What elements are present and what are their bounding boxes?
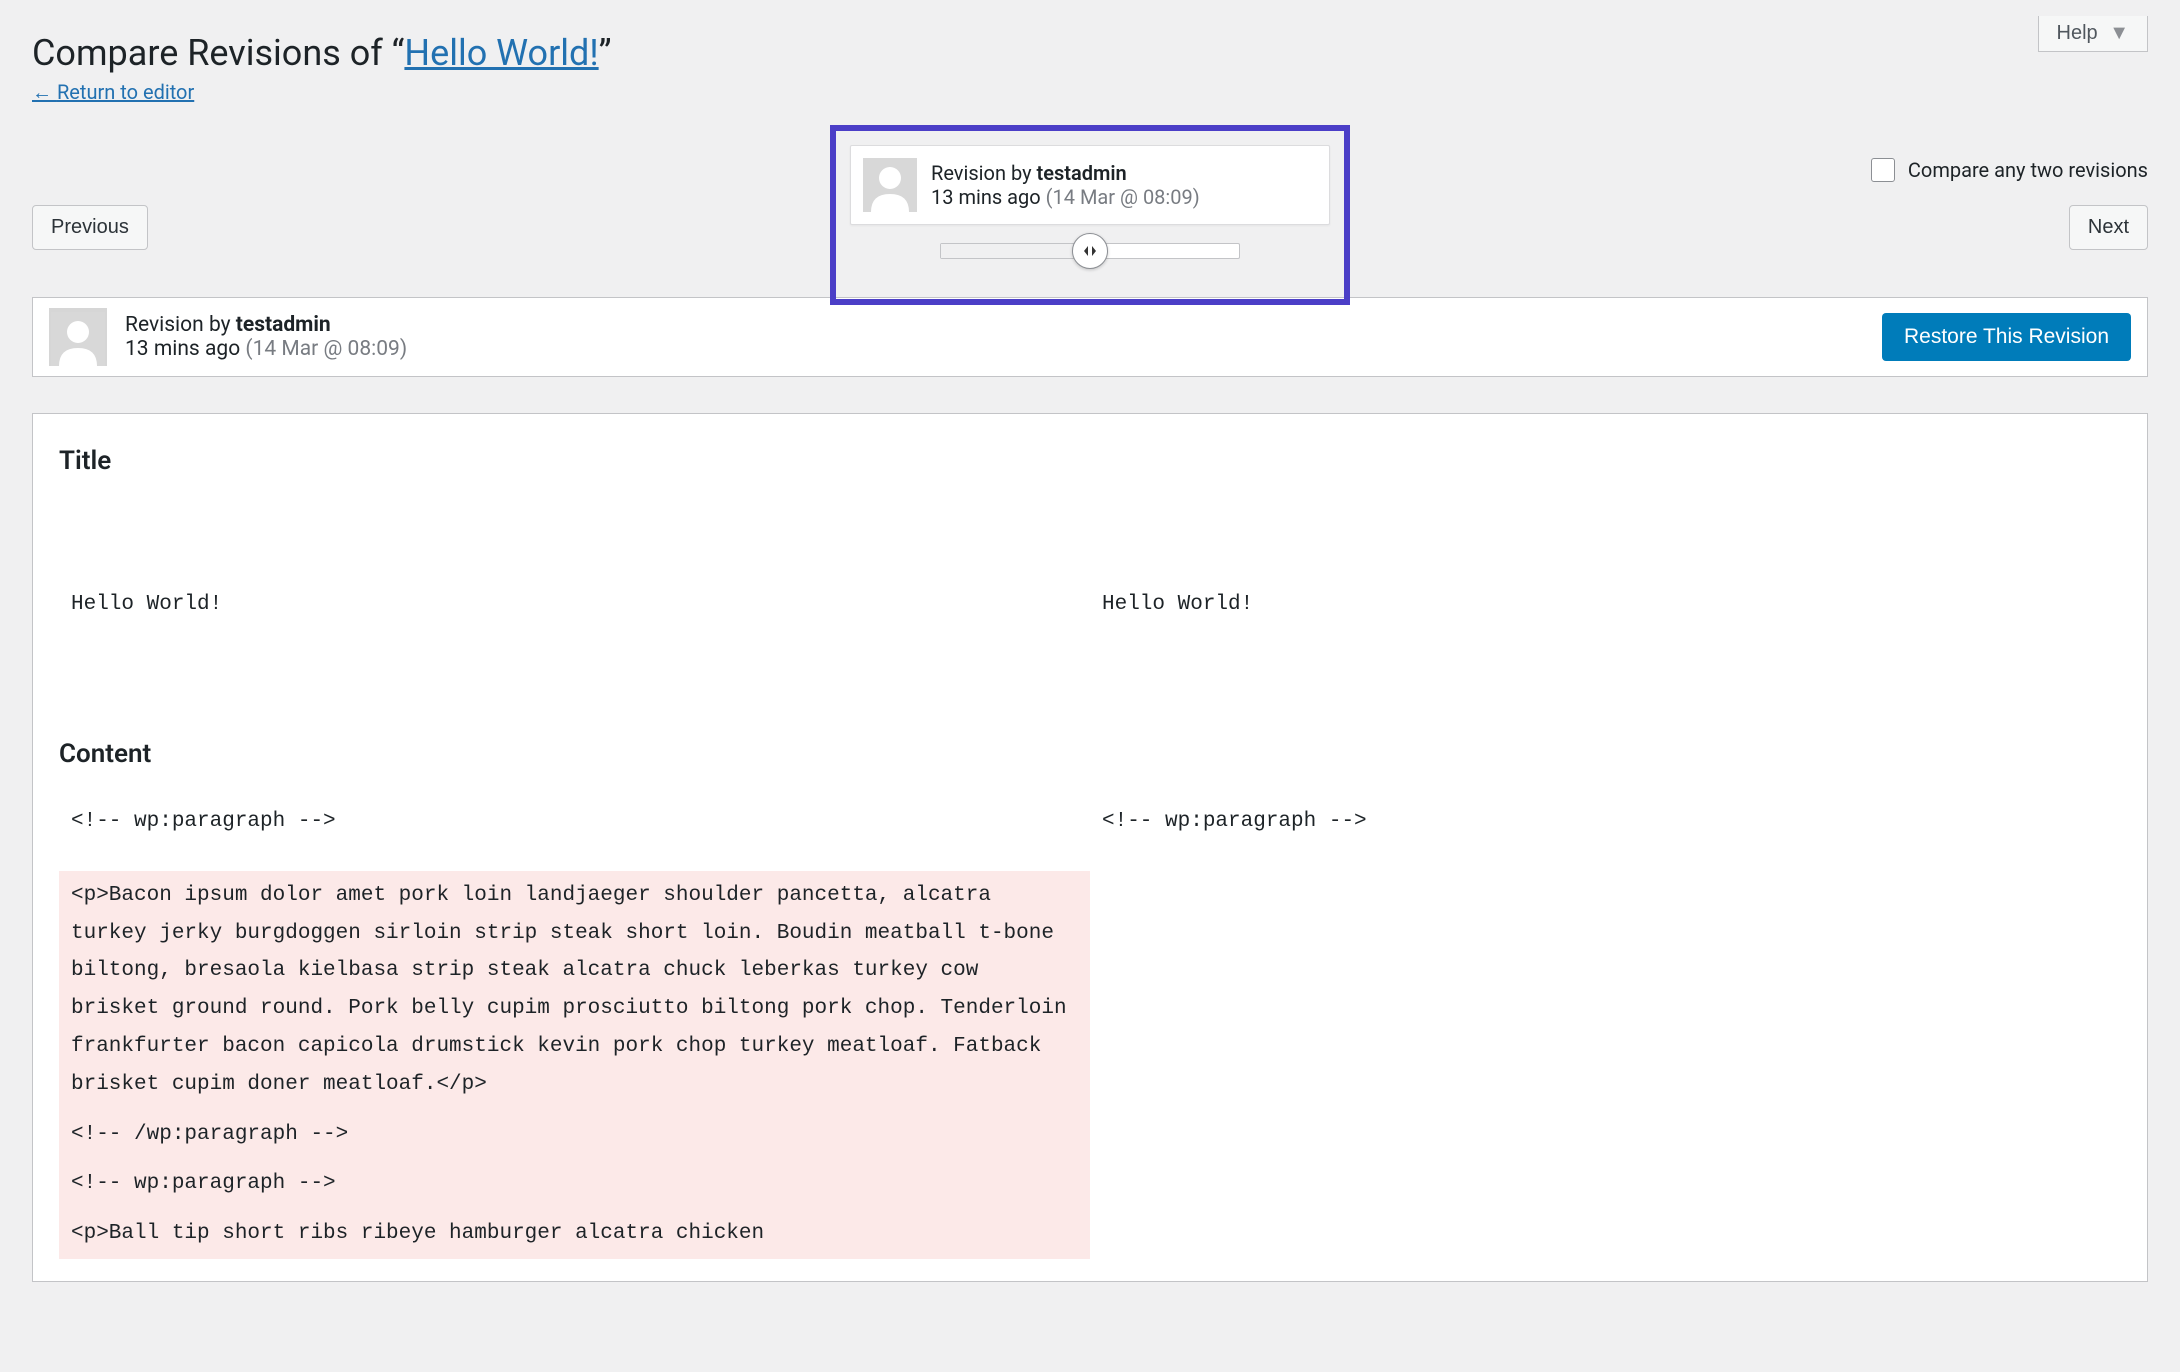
slider-track[interactable] xyxy=(940,243,1240,259)
page-title: Compare Revisions of “Hello World!” xyxy=(32,32,2148,74)
slider-grip-icon xyxy=(1082,244,1098,258)
avatar xyxy=(49,308,107,366)
next-button[interactable]: Next xyxy=(2069,205,2148,250)
title-left-column: Hello World! xyxy=(59,504,1090,705)
revision-header-bar: Revision by testadmin 13 mins ago (14 Ma… xyxy=(32,297,2148,377)
title-section-heading: Title xyxy=(59,446,2121,476)
diff-line: <!-- wp:paragraph --> xyxy=(59,797,1090,847)
restore-revision-button[interactable]: Restore This Revision xyxy=(1882,313,2131,361)
previous-button[interactable]: Previous xyxy=(32,205,148,250)
arrow-left-icon: ← xyxy=(32,80,52,104)
content-left-column: <!-- wp:paragraph --> <p>Bacon ipsum dolo… xyxy=(59,797,1090,1259)
avatar xyxy=(863,158,917,212)
content-right-column: <!-- wp:paragraph --> xyxy=(1090,797,2121,1259)
diff-line: <!-- /wp:paragraph --> xyxy=(59,1110,1090,1160)
title-left-value: Hello World! xyxy=(59,580,1090,630)
revision-slider[interactable] xyxy=(850,239,1330,263)
slider-handle[interactable] xyxy=(1072,233,1108,269)
title-right-column: Hello World! xyxy=(1090,504,2121,705)
annotation-highlight: Revision by testadmin 13 mins ago (14 Ma… xyxy=(830,125,1350,305)
person-icon xyxy=(863,158,917,212)
revision-tooltip: Revision by testadmin 13 mins ago (14 Ma… xyxy=(850,145,1330,225)
help-label: Help xyxy=(2057,22,2098,44)
slider-fill xyxy=(941,244,1090,258)
content-section-heading: Content xyxy=(59,739,2121,769)
diff-line: <!-- wp:paragraph --> xyxy=(59,1159,1090,1209)
compare-any-two-toggle[interactable]: Compare any two revisions xyxy=(1867,155,2148,185)
revision-author-line: Revision by testadmin xyxy=(125,313,407,337)
tooltip-time-line: 13 mins ago (14 Mar @ 08:09) xyxy=(931,185,1200,209)
tooltip-author-line: Revision by testadmin xyxy=(931,161,1200,185)
diff-line: <p>Ball tip short ribs ribeye hamburger … xyxy=(59,1209,1090,1259)
post-title-link[interactable]: Hello World! xyxy=(404,32,598,74)
compare-checkbox[interactable] xyxy=(1871,158,1895,182)
help-button[interactable]: Help ▼ xyxy=(2038,16,2149,52)
return-to-editor-link[interactable]: ← Return to editor xyxy=(32,80,194,104)
revision-time-line: 13 mins ago (14 Mar @ 08:09) xyxy=(125,337,407,361)
diff-line: <p>Bacon ipsum dolor amet pork loin land… xyxy=(59,871,1090,1110)
diff-line: <!-- wp:paragraph --> xyxy=(1090,797,2121,847)
chevron-down-icon: ▼ xyxy=(2109,22,2129,45)
person-icon xyxy=(51,312,105,366)
diff-panel: Title Hello World! Hello World! Content … xyxy=(32,413,2148,1282)
title-right-value: Hello World! xyxy=(1090,580,2121,630)
